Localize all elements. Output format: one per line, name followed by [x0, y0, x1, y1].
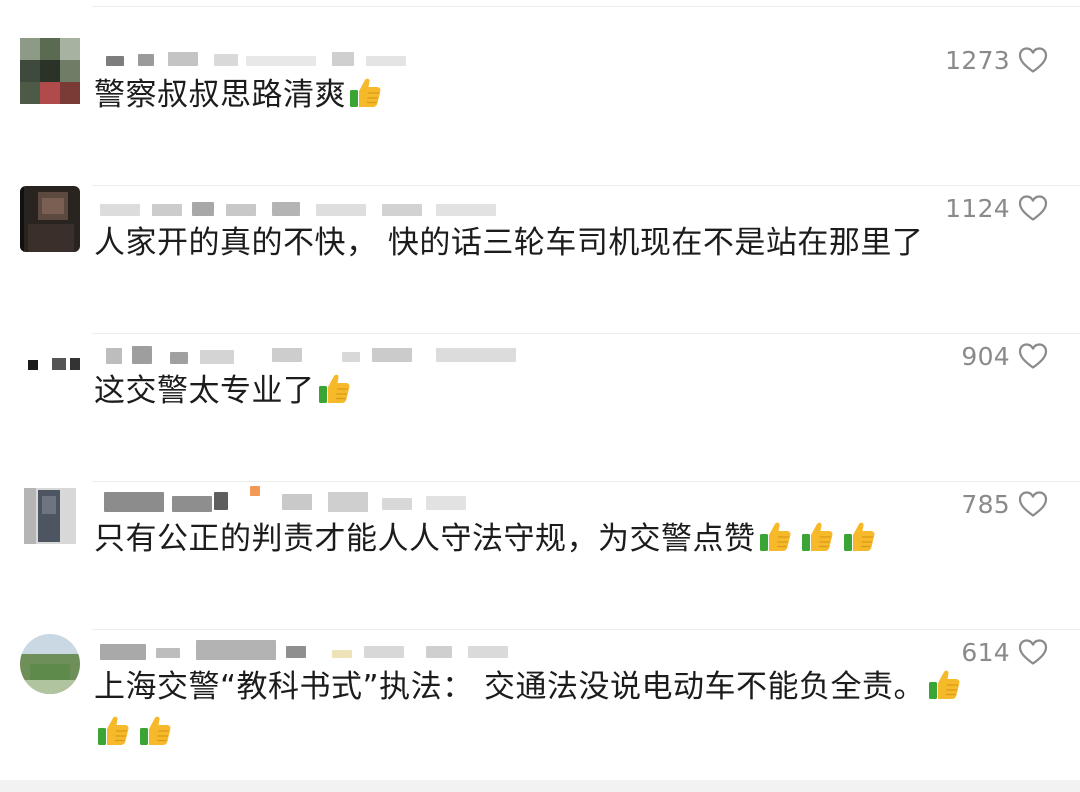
avatar[interactable] [20, 186, 80, 252]
comment-item: 785 只有公正的判责才能人人守法守规，为交警点赞 [0, 482, 1080, 630]
avatar[interactable] [20, 334, 80, 400]
username-blurred[interactable] [96, 630, 536, 660]
like-count: 614 [961, 637, 1010, 667]
comment-text: 人家开的真的不快， 快的话三轮车司机现在不是站在那里了 [94, 225, 924, 261]
heart-outline-icon[interactable] [1018, 490, 1048, 518]
heart-outline-icon[interactable] [1018, 194, 1048, 222]
thumbs-up-emoji [140, 716, 171, 745]
thumbs-up-emoji [350, 78, 381, 107]
avatar[interactable] [20, 482, 80, 548]
avatar[interactable] [20, 634, 80, 694]
thumbs-up-emoji [801, 522, 832, 551]
like-count: 1124 [945, 193, 1010, 223]
thumbs-up-emoji [318, 374, 349, 403]
comment-item: 614 上海交警“教科书式”执法： 交通法没说电动车不能负全责。 [0, 630, 1080, 780]
heart-outline-icon[interactable] [1018, 342, 1048, 370]
comment-text: 这交警太专业了 [94, 368, 1034, 414]
thumbs-up-emoji [759, 522, 790, 551]
comment-item: 1124 人家开的真的不快， 快的话三轮车司机现在不是站在那里了 [0, 186, 1080, 334]
username-blurred[interactable] [96, 38, 536, 66]
thumbs-up-emoji [928, 670, 960, 699]
heart-outline-icon[interactable] [1018, 46, 1048, 74]
username-blurred[interactable] [96, 186, 536, 216]
thumbs-up-emoji [843, 522, 874, 551]
like-count: 785 [961, 489, 1010, 519]
username-blurred[interactable] [96, 482, 536, 512]
thumbs-up-emoji [98, 716, 129, 745]
comment-item: 904 这交警太专业了 [0, 334, 1080, 482]
comment-text: 上海交警“教科书式”执法： 交通法没说电动车不能负全责。 [94, 664, 1034, 756]
divider [92, 6, 1080, 7]
bottom-bar [0, 780, 1080, 792]
comment-text: 警察叔叔思路清爽 [94, 72, 1034, 118]
like-count: 1273 [945, 45, 1010, 75]
comment-list: 1273 警察叔叔思路清爽 1124 人家开的真的不快， 快的话三轮车司机现在不… [0, 0, 1080, 780]
heart-outline-icon[interactable] [1018, 638, 1048, 666]
avatar[interactable] [20, 38, 80, 104]
comment-item: 1273 警察叔叔思路清爽 [0, 38, 1080, 186]
comment-text: 只有公正的判责才能人人守法守规，为交警点赞 [94, 516, 1034, 562]
like-count: 904 [961, 341, 1010, 371]
username-blurred[interactable] [96, 334, 536, 364]
